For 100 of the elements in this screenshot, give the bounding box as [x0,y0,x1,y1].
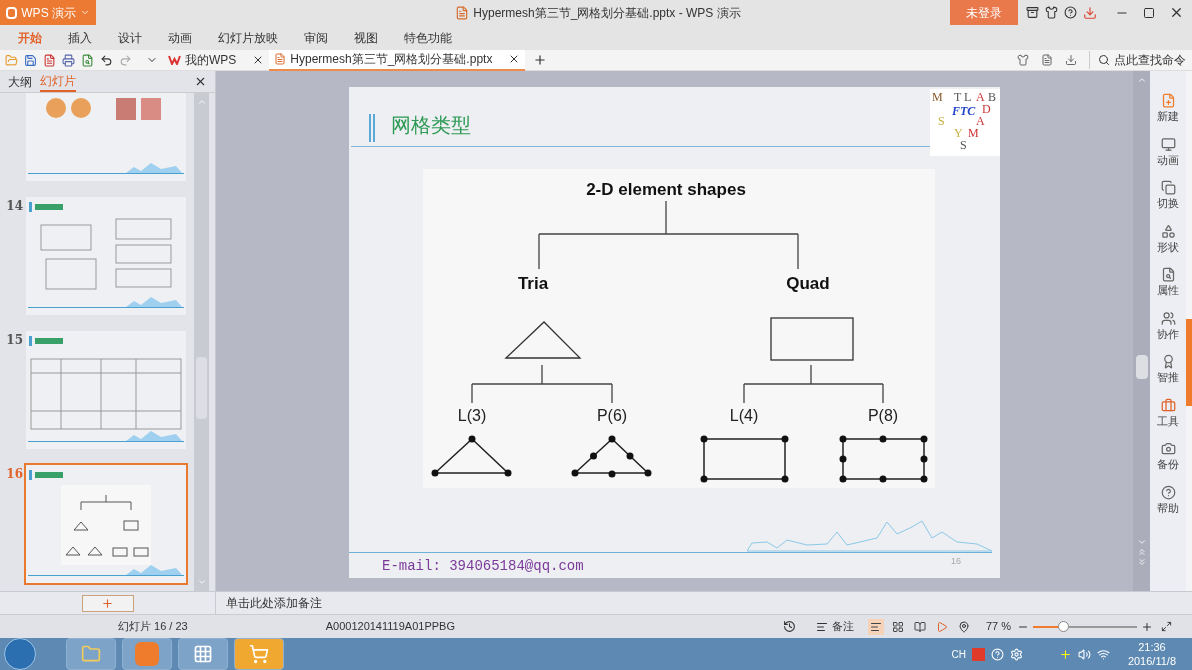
file-icon [455,5,470,20]
slide-number: 14 [5,198,24,215]
add-slide-button[interactable] [81,594,134,612]
menu-tab[interactable]: 幻灯片放映 [218,28,278,47]
fit-icon[interactable] [1161,621,1172,632]
diagram-title: 2-D element shapes [586,180,746,199]
title-bar-icon [369,114,375,142]
logo-letter: M [968,127,979,139]
document-tab[interactable]: Hypermesh第三节_网格划分基础.pptx [269,49,526,71]
notes-icon [815,620,828,633]
scroll-down-icon[interactable] [1136,537,1147,547]
scrollbar[interactable] [1133,71,1150,591]
grid-icon [193,644,213,664]
shape-icon [1160,223,1176,239]
triangle-element-icon [431,435,512,477]
preview-icon[interactable] [81,53,94,67]
play-view-icon [935,620,948,633]
maximize-icon[interactable] [1143,6,1155,19]
zoom-in-icon[interactable] [1141,620,1153,633]
sidebar-button[interactable]: 属性 [1157,267,1179,299]
print-icon[interactable] [62,53,75,67]
command-search-field[interactable]: 点此查找命令 [1089,51,1186,69]
panel-handle[interactable] [1186,319,1192,406]
reading-view-icon [913,620,926,633]
slide-counter: 幻灯片 16 / 23 [118,619,188,635]
pin-icon[interactable] [957,620,970,633]
help-icon[interactable] [1064,6,1077,19]
scroll-thumb[interactable] [1135,355,1148,379]
element-label: L(4) [729,407,759,424]
sidebar-button[interactable]: 协作 [1157,310,1179,342]
open-icon[interactable] [5,53,18,67]
element-label: P(6) [596,407,628,424]
sidebar-button[interactable]: 新建 [1157,93,1179,125]
plus-icon[interactable] [1058,647,1072,661]
shape-label: Tria [517,274,549,293]
document-icon[interactable] [1041,54,1053,66]
sidebar-button[interactable]: 动画 [1157,136,1179,168]
menu-tab[interactable]: 动画 [168,28,192,47]
logo-letter: A [976,115,985,127]
start-button[interactable] [4,638,36,670]
menu-tab[interactable]: 插入 [68,28,92,47]
language-indicator[interactable]: CH [951,646,966,662]
clock-date: 2016/11/8 [1127,654,1176,668]
document-tab[interactable]: 我的WPS [163,49,270,71]
sidebar-button[interactable]: 智推 [1157,354,1179,386]
clock-time: 21:36 [1138,640,1166,654]
download-icon[interactable] [1083,5,1097,20]
sorter-view-icon [891,620,904,633]
taskbar-app[interactable] [234,638,284,670]
triangle-element-icon [571,435,652,478]
scroll-up-icon[interactable] [1136,75,1147,85]
tab-label: 我的WPS [185,52,237,69]
undo-icon[interactable] [100,53,113,67]
new-tab-icon[interactable] [533,53,548,67]
sidebar-button[interactable]: 备份 [1157,441,1179,473]
wps-app-icon [135,642,159,666]
zoom-thumb[interactable] [1058,620,1070,632]
view-button[interactable] [867,618,884,635]
slide-thumbnail[interactable] [26,93,186,181]
search-icon [1098,54,1110,66]
logo-letter: B [988,91,996,103]
menu-tab[interactable]: 特色功能 [404,28,452,47]
sidebar-button[interactable]: 工具 [1157,397,1179,429]
notes-button[interactable]: 备注 [815,618,854,635]
slide-thumbnail[interactable] [26,197,186,315]
presentation-icon [274,53,287,65]
save-icon[interactable] [24,53,37,67]
slide-title: 网格类型 [391,112,471,139]
animation-icon [1160,136,1176,152]
scrollbar[interactable] [194,93,209,591]
volume-icon[interactable] [1077,647,1091,661]
logo-letter: A [976,91,985,103]
plus-icon [101,596,114,610]
slide-thumbnail[interactable] [26,331,186,449]
taskbar-app[interactable] [178,638,228,670]
logo-letter: Y [954,127,963,139]
history-icon[interactable] [782,620,796,633]
triangle-icon [504,321,582,359]
gear-icon[interactable] [1009,647,1023,661]
taskbar-app[interactable] [66,638,116,670]
close-icon[interactable] [1169,5,1184,20]
page-number: 16 [951,555,961,568]
new-icon [1160,93,1176,108]
network-icon[interactable] [1096,647,1110,661]
panel-tab[interactable]: 大纲 [8,72,32,91]
redo-icon[interactable] [119,53,132,67]
close-icon[interactable] [194,75,207,88]
shirt-icon[interactable] [1045,6,1058,19]
slide-thumbnail[interactable] [26,465,186,583]
tab-label: Hypermesh第三节_网格划分基础.pptx [290,51,493,68]
sidebar-button[interactable]: 形状 [1157,223,1179,255]
sidebar-button[interactable]: 帮助 [1157,484,1179,516]
menu-tab[interactable]: 设计 [118,28,142,47]
slide-number: 15 [5,332,24,349]
pdf-icon[interactable] [43,53,56,67]
menu-tab[interactable]: 审阅 [304,28,328,47]
menu-tab[interactable]: 视图 [354,28,378,47]
logo-letter: L [964,91,972,103]
sidebar-button[interactable]: 切换 [1157,180,1179,212]
shape-label: Quad [786,274,830,293]
